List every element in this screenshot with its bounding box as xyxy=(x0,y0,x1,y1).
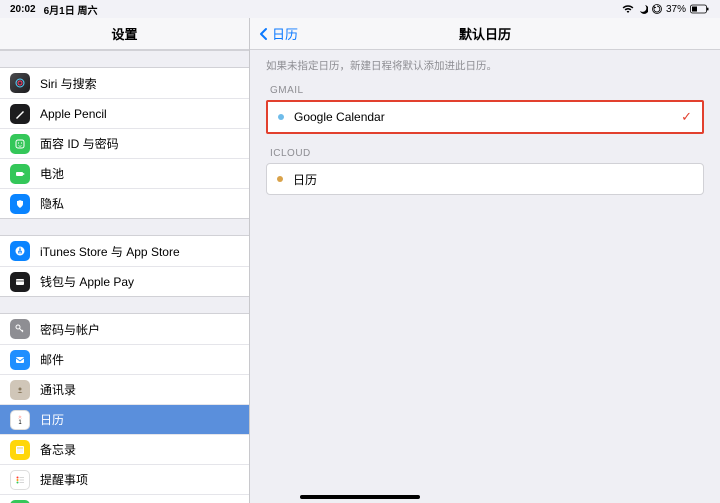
sidebar-item-reminders[interactable]: 提醒事项 xyxy=(0,464,249,494)
orientation-lock-icon xyxy=(652,4,662,14)
group-separator xyxy=(0,296,249,314)
icloud-card: 日历 xyxy=(266,163,704,195)
faceid-icon xyxy=(10,134,30,154)
dnd-icon xyxy=(638,4,648,14)
sidebar-item-privacy[interactable]: 隐私 xyxy=(0,188,249,218)
calendar-icon: 六1 xyxy=(10,410,30,430)
sidebar-title: 设置 xyxy=(0,18,249,50)
sidebar-item-accounts[interactable]: 密码与帐户 xyxy=(0,314,249,344)
content-header: 日历 默认日历 xyxy=(250,18,720,50)
back-label: 日历 xyxy=(272,24,298,43)
gmail-card: Google Calendar ✓ xyxy=(266,100,704,134)
home-indicator[interactable] xyxy=(300,495,420,499)
sidebar-item-faceid[interactable]: 面容 ID 与密码 xyxy=(0,128,249,158)
option-label: Google Calendar xyxy=(294,110,385,124)
sidebar-item-battery[interactable]: 电池 xyxy=(0,158,249,188)
sidebar-item-label: 提醒事项 xyxy=(40,471,239,488)
sidebar-item-label: 密码与帐户 xyxy=(40,321,239,338)
checkmark-icon: ✓ xyxy=(681,109,692,125)
sidebar-item-messages[interactable]: 信息 xyxy=(0,494,249,503)
sidebar-item-label: 邮件 xyxy=(40,351,239,368)
status-right: 37% xyxy=(622,4,710,15)
mail-icon xyxy=(10,350,30,370)
section-header-gmail: GMAIL xyxy=(270,85,700,96)
sidebar-item-label: 日历 xyxy=(40,411,239,428)
sidebar-item-label: 备忘录 xyxy=(40,441,239,458)
sidebar-item-label: iTunes Store 与 App Store xyxy=(40,243,239,260)
group-separator xyxy=(0,218,249,236)
sidebar-item-label: Siri 与搜索 xyxy=(40,75,239,92)
sidebar-item-itunes[interactable]: iTunes Store 与 App Store xyxy=(0,236,249,266)
pencil-icon xyxy=(10,104,30,124)
status-bar: 20:02 6月1日 周六 37% xyxy=(0,0,720,18)
settings-sidebar: 设置 Siri 与搜索 Apple Pencil 面容 ID 与密码 电池 隐 xyxy=(0,18,250,503)
wallet-icon xyxy=(10,272,30,292)
notes-icon xyxy=(10,440,30,460)
chevron-left-icon xyxy=(258,27,270,41)
sidebar-item-apple-pencil[interactable]: Apple Pencil xyxy=(0,98,249,128)
color-dot-icon xyxy=(277,176,283,182)
key-icon xyxy=(10,319,30,339)
calendar-option-google[interactable]: Google Calendar ✓ xyxy=(268,102,702,132)
back-button[interactable]: 日历 xyxy=(258,24,298,43)
sidebar-item-label: 通讯录 xyxy=(40,381,239,398)
wifi-icon xyxy=(622,4,634,14)
messages-icon xyxy=(10,500,30,503)
svg-text:1: 1 xyxy=(18,420,22,426)
appstore-icon xyxy=(10,241,30,261)
sidebar-item-calendar[interactable]: 六1 日历 xyxy=(0,404,249,434)
privacy-icon xyxy=(10,194,30,214)
option-label: 日历 xyxy=(293,171,317,188)
sidebar-item-label: Apple Pencil xyxy=(40,107,239,121)
sidebar-item-label: 钱包与 Apple Pay xyxy=(40,273,239,290)
section-header-icloud: ICLOUD xyxy=(270,148,700,159)
battery-setting-icon xyxy=(10,164,30,184)
hint-text: 如果未指定日历，新建日程将默认添加进此日历。 xyxy=(266,58,704,73)
battery-percent: 37% xyxy=(666,4,686,15)
page-title: 默认日历 xyxy=(459,24,511,43)
sidebar-item-label: 面容 ID 与密码 xyxy=(40,135,239,152)
battery-icon xyxy=(690,4,710,14)
calendar-option-icloud[interactable]: 日历 xyxy=(267,164,703,194)
contacts-icon xyxy=(10,380,30,400)
sidebar-item-label: 电池 xyxy=(40,165,239,182)
siri-icon xyxy=(10,73,30,93)
group-separator xyxy=(0,50,249,68)
svg-text:六: 六 xyxy=(18,414,21,419)
sidebar-item-siri[interactable]: Siri 与搜索 xyxy=(0,68,249,98)
sidebar-item-contacts[interactable]: 通讯录 xyxy=(0,374,249,404)
sidebar-item-notes[interactable]: 备忘录 xyxy=(0,434,249,464)
color-dot-icon xyxy=(278,114,284,120)
content-pane: 日历 默认日历 如果未指定日历，新建日程将默认添加进此日历。 GMAIL Goo… xyxy=(250,18,720,503)
sidebar-item-mail[interactable]: 邮件 xyxy=(0,344,249,374)
status-time: 20:02 xyxy=(10,4,36,15)
sidebar-item-wallet[interactable]: 钱包与 Apple Pay xyxy=(0,266,249,296)
sidebar-item-label: 隐私 xyxy=(40,195,239,212)
reminders-icon xyxy=(10,470,30,490)
status-date: 6月1日 周六 xyxy=(44,2,98,17)
